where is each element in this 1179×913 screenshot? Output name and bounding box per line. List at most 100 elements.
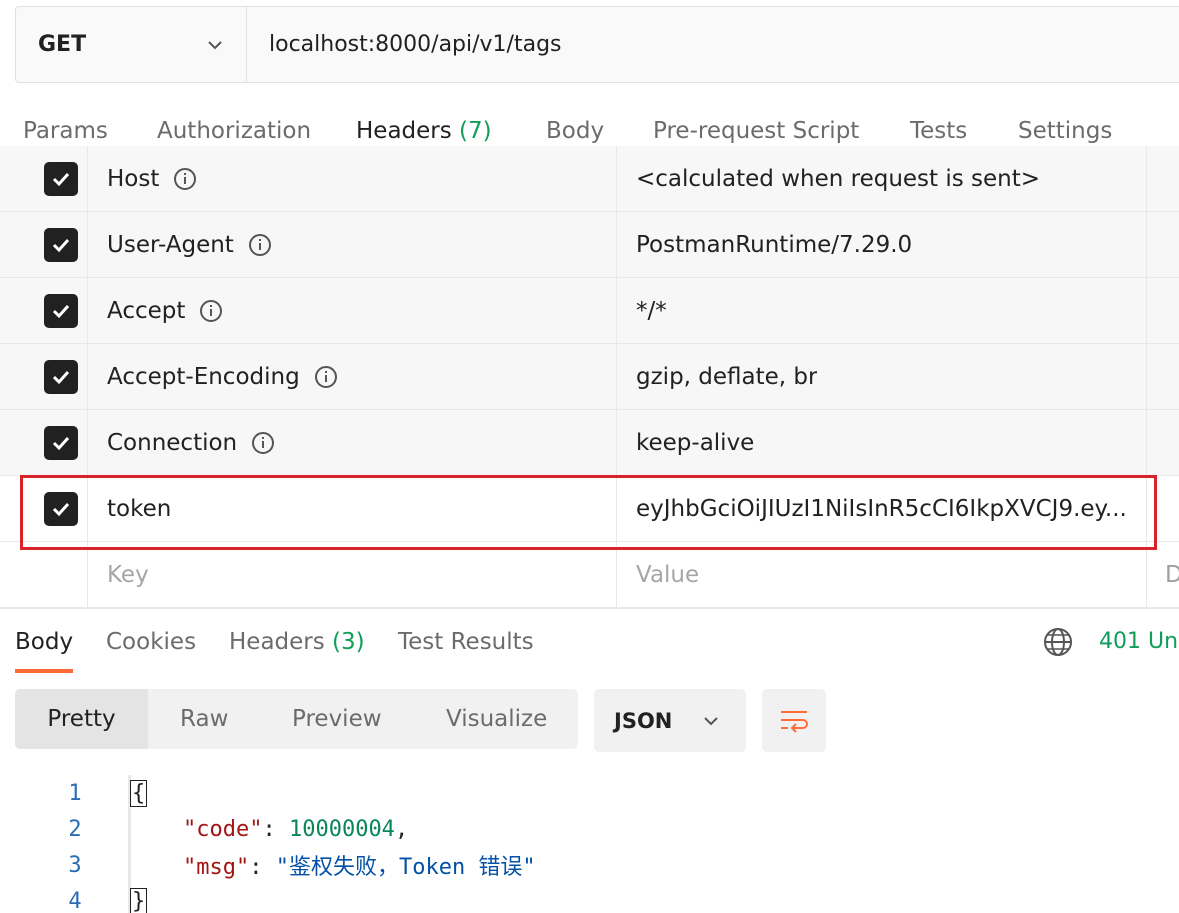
tab-settings[interactable]: Settings bbox=[1018, 118, 1112, 144]
header-key[interactable]: Connection bbox=[88, 410, 617, 475]
status-badge[interactable]: 401 Una bbox=[1099, 629, 1179, 654]
tab-response-headers[interactable]: Headers (3) bbox=[229, 629, 365, 655]
header-desc[interactable] bbox=[1147, 344, 1179, 409]
new-key-input[interactable]: Key bbox=[88, 542, 617, 607]
line-number: 1 bbox=[68, 780, 82, 806]
info-icon[interactable] bbox=[199, 299, 223, 323]
info-icon[interactable] bbox=[248, 233, 272, 257]
tab-body[interactable]: Body bbox=[546, 118, 604, 144]
new-desc-input[interactable]: D bbox=[1147, 542, 1179, 607]
header-key-text: Connection bbox=[107, 429, 238, 456]
mode-pretty[interactable]: Pretty bbox=[15, 689, 148, 749]
code-line: 4 } bbox=[0, 883, 1179, 913]
code-text: { bbox=[130, 779, 148, 807]
header-value[interactable]: */* bbox=[617, 278, 1147, 343]
header-value[interactable]: eyJhbGciOiJIUzI1NiIsInR5cCI6IkpXVCJ9.ey.… bbox=[617, 476, 1147, 541]
mode-raw[interactable]: Raw bbox=[180, 689, 228, 749]
check-cell bbox=[0, 344, 88, 409]
header-desc[interactable] bbox=[1147, 146, 1179, 211]
tab-cookies[interactable]: Cookies bbox=[106, 629, 196, 655]
header-key-text: Host bbox=[107, 165, 160, 192]
chevron-down-icon bbox=[704, 717, 718, 726]
json-string: "鉴权失败，Token 错误" bbox=[275, 855, 536, 880]
checkbox-checked[interactable] bbox=[44, 360, 78, 394]
json-key: "code" bbox=[182, 816, 263, 842]
checkmark-icon bbox=[52, 304, 70, 319]
key-placeholder: Key bbox=[107, 561, 149, 588]
header-key[interactable]: Host bbox=[88, 146, 617, 211]
line-number: 3 bbox=[68, 852, 82, 878]
header-value-text: keep-alive bbox=[636, 429, 755, 456]
header-value[interactable]: <calculated when request is sent> bbox=[617, 146, 1147, 211]
header-value[interactable]: keep-alive bbox=[617, 410, 1147, 475]
tab-headers[interactable]: Headers (7) bbox=[356, 118, 492, 144]
mode-preview[interactable]: Preview bbox=[292, 689, 382, 749]
table-row: Connection keep-alive bbox=[0, 410, 1179, 476]
header-desc[interactable] bbox=[1147, 212, 1179, 277]
header-desc[interactable] bbox=[1147, 278, 1179, 343]
tab-authorization[interactable]: Authorization bbox=[157, 118, 311, 144]
tab-response-headers-label: Headers bbox=[229, 629, 325, 655]
table-row: token eyJhbGciOiJIUzI1NiIsInR5cCI6IkpXVC… bbox=[0, 476, 1179, 542]
json-key: "msg" bbox=[182, 855, 250, 880]
header-key[interactable]: token bbox=[88, 476, 617, 541]
checkbox-checked[interactable] bbox=[44, 228, 78, 262]
checkbox-checked[interactable] bbox=[44, 492, 78, 526]
header-key[interactable]: Accept-Encoding bbox=[88, 344, 617, 409]
header-key-text: Accept bbox=[107, 297, 186, 324]
active-response-tab-indicator bbox=[15, 669, 73, 673]
checkmark-icon bbox=[52, 502, 70, 517]
header-desc[interactable] bbox=[1147, 476, 1179, 541]
wrap-lines-button[interactable] bbox=[762, 689, 826, 752]
tab-response-body[interactable]: Body bbox=[15, 629, 73, 655]
line-number: 2 bbox=[68, 816, 82, 842]
line-number: 4 bbox=[68, 888, 82, 913]
tab-params[interactable]: Params bbox=[23, 118, 108, 144]
mode-visualize[interactable]: Visualize bbox=[446, 689, 547, 749]
header-key[interactable]: User-Agent bbox=[88, 212, 617, 277]
method-select[interactable]: GET bbox=[16, 7, 247, 82]
url-input[interactable]: localhost:8000/api/v1/tags bbox=[247, 7, 562, 82]
checkbox-checked[interactable] bbox=[44, 162, 78, 196]
code-text: } bbox=[130, 887, 148, 913]
table-row: User-Agent PostmanRuntime/7.29.0 bbox=[0, 212, 1179, 278]
header-value-text: eyJhbGciOiJIUzI1NiIsInR5cCI6IkpXVCJ9.ey.… bbox=[636, 495, 1127, 522]
new-value-input[interactable]: Value bbox=[617, 542, 1147, 607]
header-value[interactable]: gzip, deflate, br bbox=[617, 344, 1147, 409]
code-line: 2 "code": 10000004, bbox=[0, 811, 1179, 847]
response-code-view: 1 { 2 "code": 10000004, 3 "msg": "鉴权失败，T… bbox=[0, 775, 1179, 913]
response-tabs: Body Cookies Headers (3) Test Results 40… bbox=[0, 608, 1179, 674]
tab-test-results[interactable]: Test Results bbox=[398, 629, 534, 655]
checkbox-checked[interactable] bbox=[44, 294, 78, 328]
close-brace: } bbox=[130, 887, 148, 913]
header-value[interactable]: PostmanRuntime/7.29.0 bbox=[617, 212, 1147, 277]
checkmark-icon bbox=[52, 370, 70, 385]
info-icon[interactable] bbox=[314, 365, 338, 389]
header-value-text: PostmanRuntime/7.29.0 bbox=[636, 231, 913, 258]
format-select[interactable]: JSON bbox=[594, 689, 746, 752]
chevron-down-icon bbox=[208, 40, 222, 49]
code-text: "code": 10000004, bbox=[182, 816, 409, 842]
check-cell bbox=[0, 542, 88, 607]
tab-pre-request-script[interactable]: Pre-request Script bbox=[653, 118, 859, 144]
checkmark-icon bbox=[52, 238, 70, 253]
format-label: JSON bbox=[614, 708, 673, 733]
url-text: localhost:8000/api/v1/tags bbox=[269, 32, 562, 57]
header-desc[interactable] bbox=[1147, 410, 1179, 475]
globe-icon[interactable] bbox=[1043, 627, 1073, 657]
info-icon[interactable] bbox=[251, 431, 275, 455]
json-number: 10000004 bbox=[288, 816, 395, 842]
table-row-new: Key Value D bbox=[0, 542, 1179, 608]
header-key-text: Accept-Encoding bbox=[107, 363, 300, 390]
check-cell bbox=[0, 278, 88, 343]
checkbox-checked[interactable] bbox=[44, 426, 78, 460]
header-value-text: */* bbox=[636, 297, 667, 324]
check-cell bbox=[0, 410, 88, 475]
info-icon[interactable] bbox=[173, 167, 197, 191]
check-cell bbox=[0, 146, 88, 211]
tab-tests[interactable]: Tests bbox=[910, 118, 967, 144]
viewer-mode-switch: Pretty Raw Preview Visualize bbox=[15, 689, 578, 749]
code-text: "msg": "鉴权失败，Token 错误" bbox=[182, 855, 536, 880]
header-key[interactable]: Accept bbox=[88, 278, 617, 343]
tab-response-headers-count: (3) bbox=[332, 629, 365, 655]
